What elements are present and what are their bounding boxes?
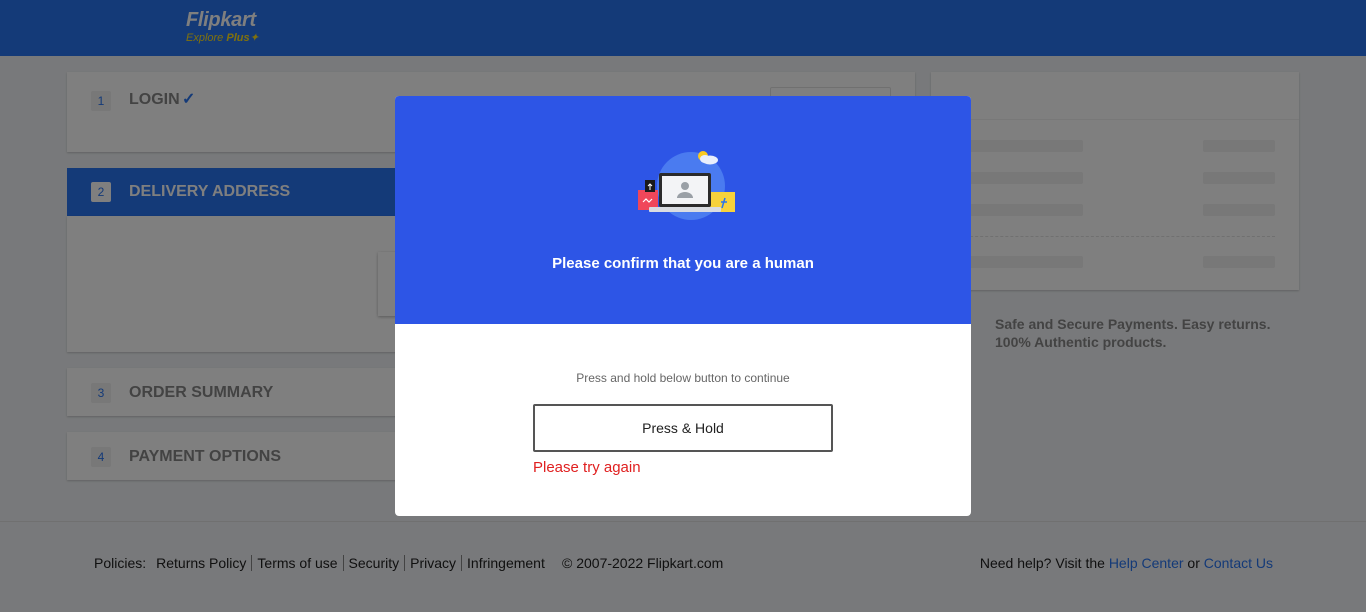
- modal-header-panel: Please confirm that you are a human: [395, 96, 971, 324]
- laptop-illustration-icon: [638, 151, 735, 220]
- modal-heading: Please confirm that you are a human: [552, 255, 814, 272]
- press-hold-hint: Press and hold below button to continue: [576, 371, 790, 385]
- press-and-hold-button[interactable]: Press & Hold: [533, 404, 833, 452]
- human-verification-modal: Please confirm that you are a human Pres…: [395, 96, 971, 516]
- error-message: Please try again: [533, 459, 641, 476]
